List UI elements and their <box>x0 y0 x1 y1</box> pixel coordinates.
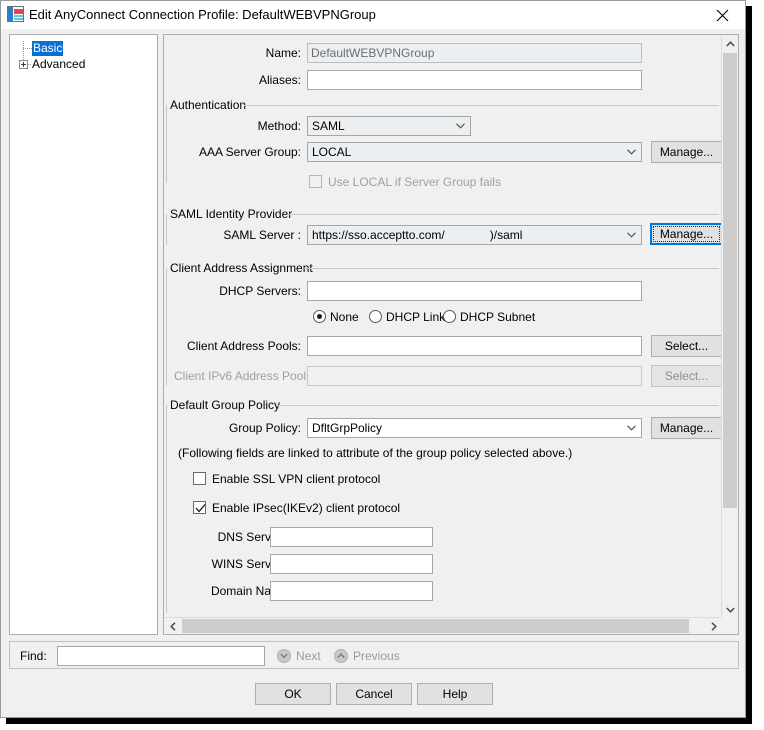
radio-dhcp-link-label: DHCP Link <box>386 310 446 324</box>
group-policy-note: (Following fields are linked to attribut… <box>178 446 573 460</box>
saml-server-label: SAML Server : <box>223 228 301 242</box>
client-address-group-title: Client Address Assignment <box>170 261 317 275</box>
scrollbar-corner <box>721 617 738 634</box>
client-ipv6-pools-select-button: Select... <box>651 365 722 387</box>
chevron-up-icon <box>725 40 735 47</box>
radio-none[interactable] <box>313 310 326 323</box>
find-next-label: Next <box>296 649 321 663</box>
window-title: Edit AnyConnect Connection Profile: Defa… <box>29 7 376 22</box>
method-combobox[interactable]: SAML <box>307 116 471 136</box>
find-previous-label: Previous <box>353 649 400 663</box>
scroll-down-button[interactable] <box>722 601 738 618</box>
aliases-field[interactable] <box>307 70 642 90</box>
close-icon <box>716 9 729 21</box>
enable-ssl-vpn-checkbox[interactable] <box>193 472 206 485</box>
client-address-pools-label: Client Address Pools: <box>186 339 301 353</box>
use-local-checkbox[interactable] <box>309 175 322 188</box>
chevron-down-icon <box>627 149 636 155</box>
find-next-button: Next <box>277 647 321 665</box>
group-policy-combobox[interactable]: DfltGrpPolicy <box>307 418 642 438</box>
horizontal-scroll-thumb[interactable] <box>182 619 689 633</box>
edit-connection-profile-dialog: Edit AnyConnect Connection Profile: Defa… <box>0 0 746 718</box>
aaa-server-group-label: AAA Server Group: <box>198 145 301 159</box>
authentication-group-title: Authentication <box>170 98 251 112</box>
chevron-down-icon <box>456 123 465 129</box>
enable-ipsec-label: Enable IPsec(IKEv2) client protocol <box>212 501 401 515</box>
tree-guide-line <box>23 41 24 60</box>
method-value: SAML <box>312 119 345 133</box>
authentication-group: Authentication <box>166 98 720 183</box>
settings-content-panel: Name: DefaultWEBVPNGroup Aliases: Authen… <box>163 34 739 635</box>
anyconnect-profile-icon <box>7 6 24 22</box>
name-field[interactable]: DefaultWEBVPNGroup <box>307 43 642 63</box>
tree-expander-advanced[interactable] <box>19 60 28 69</box>
tree-item-basic[interactable]: Basic <box>32 41 64 56</box>
scroll-right-button[interactable] <box>705 618 722 634</box>
radio-dhcp-subnet-label: DHCP Subnet <box>460 310 536 324</box>
find-previous-button: Previous <box>334 647 400 665</box>
radio-none-label: None <box>330 310 359 324</box>
chevron-down-icon <box>627 232 636 238</box>
client-address-pools-field[interactable] <box>307 336 642 356</box>
dns-servers-field[interactable] <box>270 527 433 547</box>
vertical-scroll-thumb[interactable] <box>723 53 737 508</box>
chevron-left-icon <box>169 621 176 631</box>
method-label: Method: <box>257 119 301 133</box>
enable-ipsec-checkbox[interactable] <box>193 501 206 514</box>
aaa-server-group-value: LOCAL <box>312 145 352 159</box>
dialog-button-row: OK Cancel Help <box>1 683 745 707</box>
saml-manage-button[interactable]: Manage... <box>650 223 722 245</box>
horizontal-scrollbar[interactable] <box>164 617 722 634</box>
chevron-down-icon <box>725 606 735 613</box>
aaa-server-group-combobox[interactable]: LOCAL <box>307 142 642 162</box>
find-label: Find: <box>20 649 47 663</box>
vertical-scrollbar[interactable] <box>721 35 738 618</box>
scroll-left-button[interactable] <box>164 618 181 634</box>
domain-name-field[interactable] <box>270 581 433 601</box>
enable-ssl-vpn-label: Enable SSL VPN client protocol <box>212 472 381 486</box>
aaa-manage-button[interactable]: Manage... <box>651 141 722 163</box>
arrow-down-circle-icon <box>277 649 291 663</box>
aliases-label: Aliases: <box>258 73 301 87</box>
chevron-down-icon <box>627 425 636 431</box>
dhcp-servers-label: DHCP Servers: <box>219 284 301 298</box>
client-ipv6-pools-field <box>307 366 642 386</box>
scroll-up-button[interactable] <box>722 35 738 52</box>
group-policy-value: DfltGrpPolicy <box>312 421 383 435</box>
cancel-button[interactable]: Cancel <box>336 683 412 705</box>
group-policy-label: Group Policy: <box>228 421 301 435</box>
focus-indicator <box>653 226 720 242</box>
close-button[interactable] <box>700 1 745 29</box>
find-bar: Find: Next Previous <box>9 641 739 669</box>
client-ipv6-pools-label: Client IPv6 Address Pools: <box>174 369 316 383</box>
saml-server-combobox[interactable]: https://sso.acceptto.com/ )/saml <box>307 225 642 245</box>
find-input[interactable] <box>57 646 265 666</box>
chevron-right-icon <box>710 621 717 631</box>
name-label: Name: <box>265 46 301 60</box>
arrow-up-circle-icon <box>334 649 348 663</box>
saml-group-title: SAML Identity Provider <box>170 207 297 221</box>
use-local-label: Use LOCAL if Server Group fails <box>328 175 501 189</box>
radio-dhcp-subnet[interactable] <box>443 310 456 323</box>
client-address-pools-select-button[interactable]: Select... <box>651 335 722 357</box>
title-bar: Edit AnyConnect Connection Profile: Defa… <box>1 1 745 29</box>
dhcp-servers-field[interactable] <box>307 281 642 301</box>
tree-guide-line <box>23 48 32 49</box>
tree-item-advanced[interactable]: Advanced <box>32 57 85 72</box>
help-button[interactable]: Help <box>417 683 493 705</box>
default-group-policy-title: Default Group Policy <box>170 398 285 412</box>
settings-scroll-viewport: Name: DefaultWEBVPNGroup Aliases: Authen… <box>164 35 722 618</box>
saml-server-value-tail: )/saml <box>489 228 523 242</box>
group-policy-manage-button[interactable]: Manage... <box>651 417 722 439</box>
wins-servers-field[interactable] <box>270 554 433 574</box>
radio-dhcp-link[interactable] <box>369 310 382 323</box>
saml-server-value: https://sso.acceptto.com/ <box>312 228 445 242</box>
ok-button[interactable]: OK <box>255 683 331 705</box>
navigation-tree[interactable]: Basic Advanced <box>9 34 158 635</box>
checkmark-icon <box>195 504 206 513</box>
